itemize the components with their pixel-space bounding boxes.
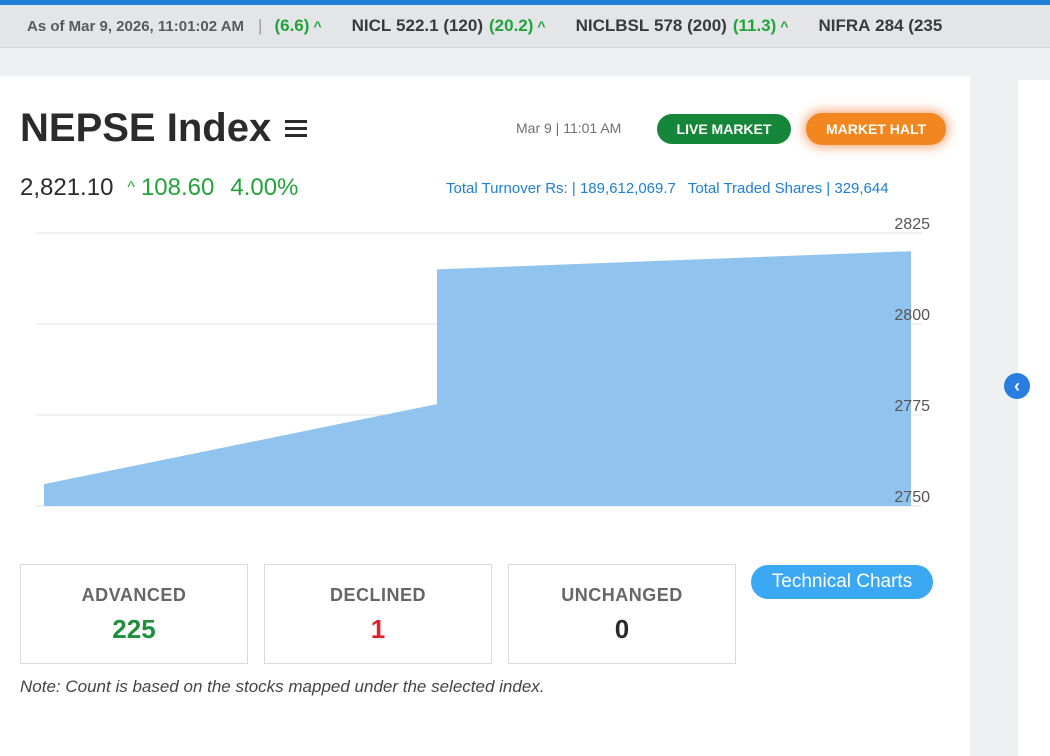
index-area-chart: 2825 2800 2775 2750 bbox=[36, 216, 930, 507]
unchanged-label: UNCHANGED bbox=[561, 585, 683, 605]
total-turnover: Total Turnover Rs: | 189,612,069.7 bbox=[446, 180, 676, 197]
ticker-change: (11.3) bbox=[732, 16, 777, 35]
ticker-price: 578 bbox=[654, 16, 683, 35]
ticker-as-of: As of Mar 9, 2026, 11:01:02 AM bbox=[27, 17, 245, 35]
title-text: NEPSE Index bbox=[20, 106, 272, 150]
caret-up-icon: ^ bbox=[537, 18, 546, 34]
declined-label: DECLINED bbox=[329, 585, 426, 605]
declined-count: 1 bbox=[370, 614, 386, 644]
ticker-price: 284 bbox=[875, 16, 904, 35]
unchanged-count: 0 bbox=[614, 614, 630, 644]
ticker-separator: | bbox=[258, 16, 263, 35]
ticker-qty: (120) bbox=[443, 16, 483, 35]
ticker-qty: (235 bbox=[908, 16, 943, 35]
advanced-label: ADVANCED bbox=[81, 585, 187, 605]
unchanged-box: UNCHANGED 0 bbox=[508, 564, 736, 664]
side-panel bbox=[1018, 80, 1050, 756]
index-value: 2,821.10 bbox=[20, 174, 114, 201]
y-tick-label: 2775 bbox=[894, 398, 930, 415]
page-title: NEPSE Index bbox=[20, 106, 308, 151]
ticker-symbol: NICL bbox=[351, 16, 392, 35]
advanced-box: ADVANCED 225 bbox=[20, 564, 248, 664]
turnover-info: Total Turnover Rs: | 189,612,069.7 Total … bbox=[446, 180, 889, 197]
total-traded-shares: Total Traded Shares | 329,644 bbox=[687, 180, 889, 197]
caret-up-icon: ^ bbox=[780, 18, 789, 34]
ticker-symbol: NICLBSL bbox=[575, 16, 650, 35]
menu-icon[interactable] bbox=[285, 120, 308, 137]
ticker-item-nifra[interactable]: NIFRA 284 (235 bbox=[818, 16, 942, 36]
market-timestamp: Mar 9 | 11:01 AM bbox=[516, 120, 622, 136]
live-market-button[interactable]: LIVE MARKET bbox=[657, 114, 791, 144]
y-tick-label: 2800 bbox=[894, 307, 930, 324]
index-value-row: 2,821.10 ^ 108.60 4.00% bbox=[20, 174, 298, 202]
y-tick-label: 2825 bbox=[894, 216, 930, 233]
ticker-item-nicl[interactable]: NICL 522.1 (120) (20.2) ^ bbox=[352, 16, 546, 36]
ticker-change: (6.6) bbox=[274, 16, 310, 35]
market-ticker: As of Mar 9, 2026, 11:01:02 AM | (6.6) ^… bbox=[0, 5, 1050, 48]
index-change: ^ 108.60 bbox=[127, 174, 214, 202]
caret-up-icon: ^ bbox=[127, 179, 135, 196]
y-tick-label: 2750 bbox=[894, 489, 930, 506]
ticker-change: (20.2) bbox=[489, 16, 534, 35]
caret-up-icon: ^ bbox=[313, 18, 322, 34]
market-halt-button[interactable]: MARKET HALT bbox=[806, 113, 946, 145]
ticker-item-niclbsl[interactable]: NICLBSL 578 (200) (11.3) ^ bbox=[576, 16, 789, 36]
advanced-count: 225 bbox=[112, 614, 156, 644]
count-note: Note: Count is based on the stocks mappe… bbox=[20, 677, 545, 696]
ticker-item-partial[interactable]: (6.6) ^ bbox=[274, 16, 321, 36]
index-change-value: 108.60 bbox=[140, 174, 215, 201]
ticker-qty: (200) bbox=[687, 16, 727, 35]
index-area bbox=[44, 251, 911, 506]
chevron-left-icon[interactable]: ‹ bbox=[1004, 373, 1030, 399]
ticker-symbol: NIFRA bbox=[818, 16, 871, 35]
ticker-price: 522.1 bbox=[396, 16, 439, 35]
declined-box: DECLINED 1 bbox=[264, 564, 492, 664]
index-percent: 4.00% bbox=[230, 174, 299, 201]
technical-charts-button[interactable]: Technical Charts bbox=[751, 565, 933, 599]
